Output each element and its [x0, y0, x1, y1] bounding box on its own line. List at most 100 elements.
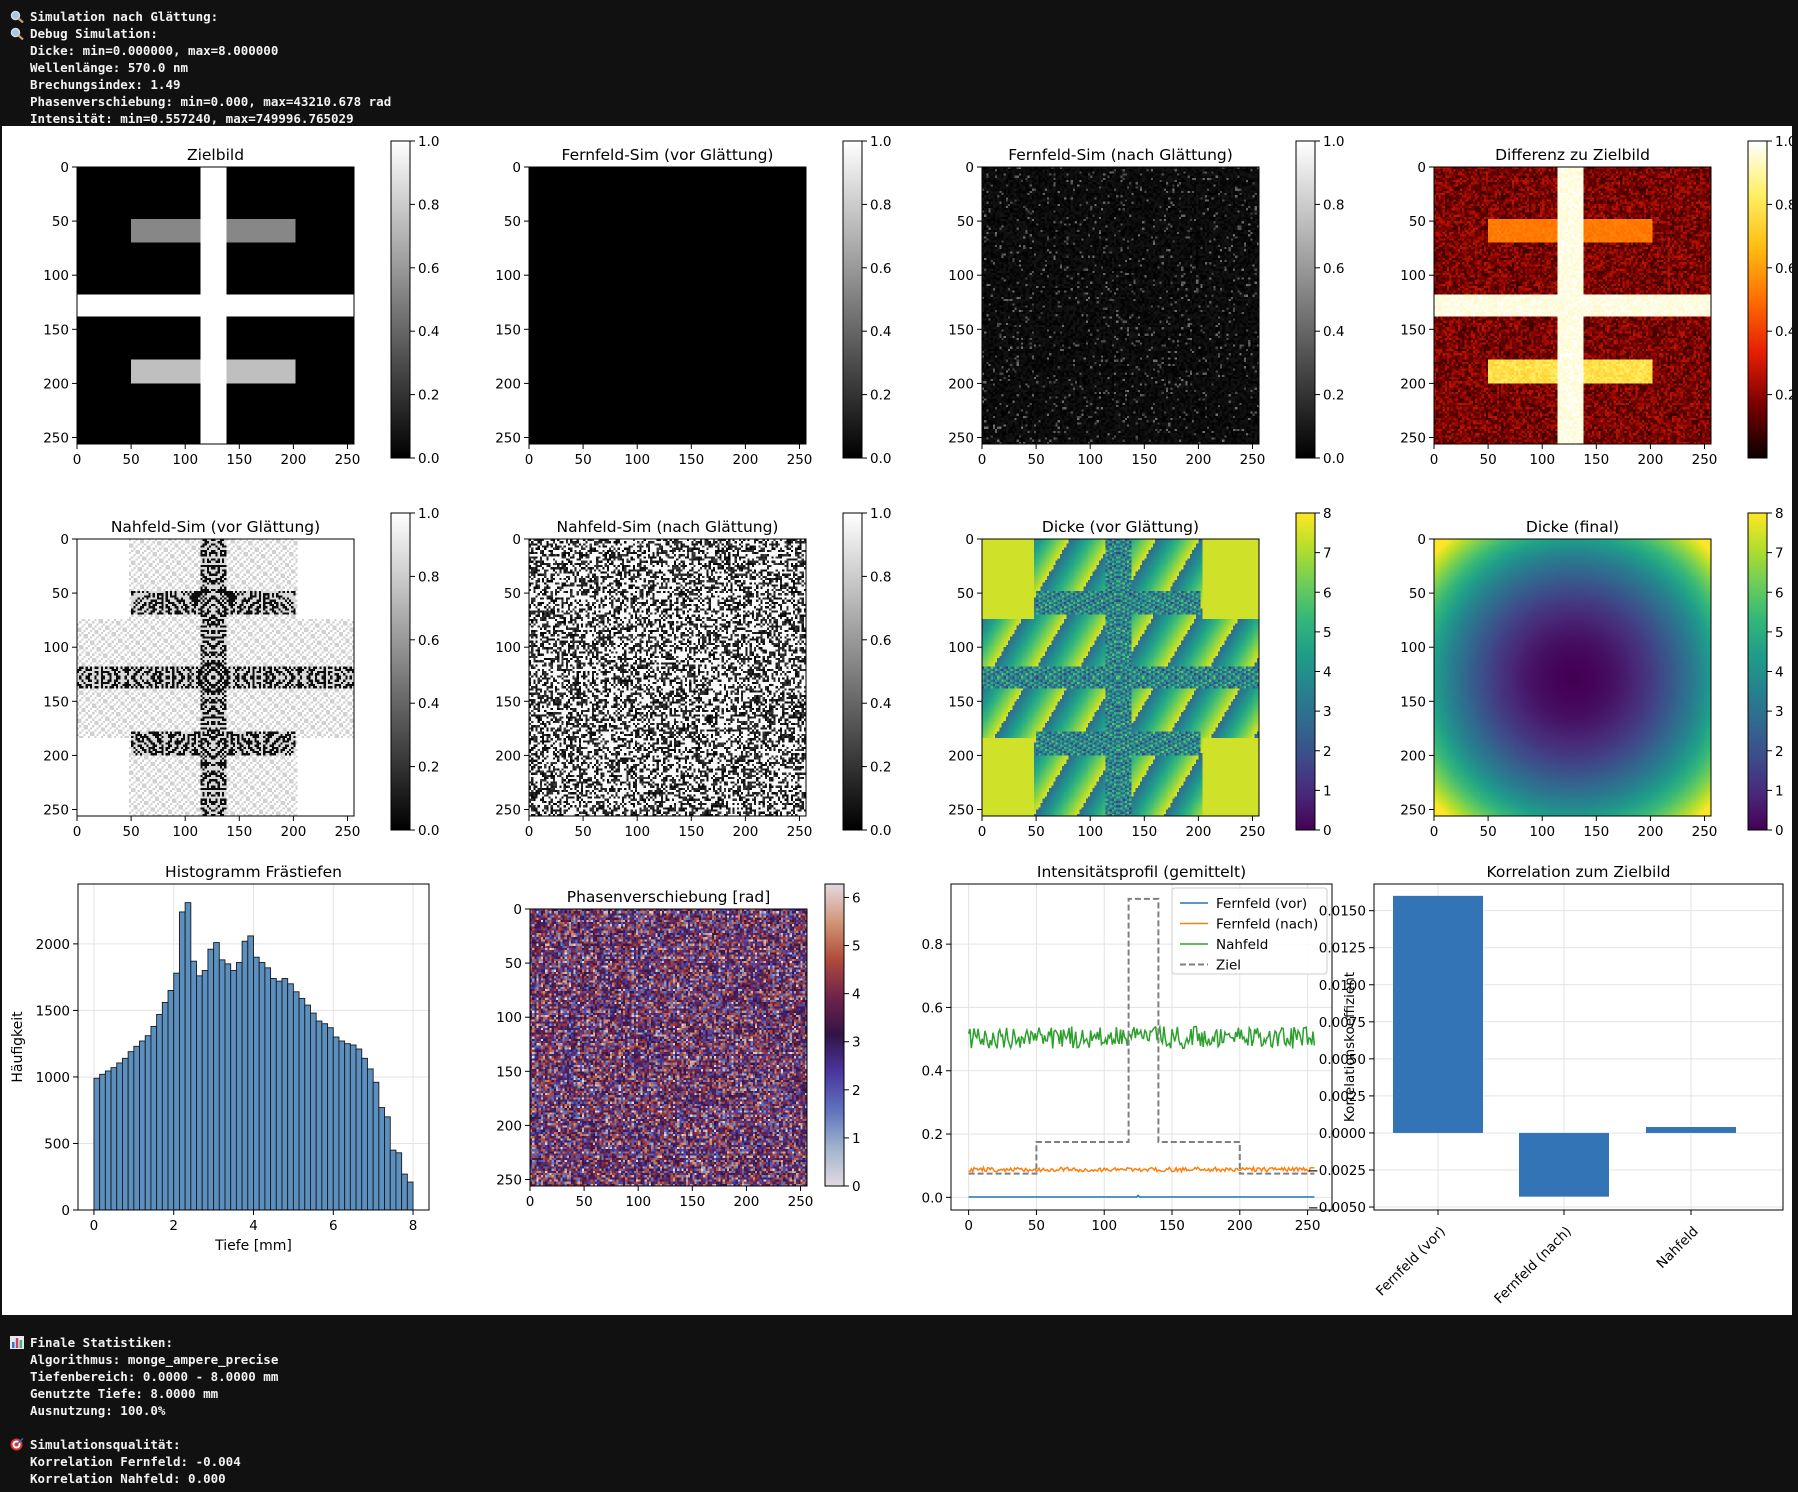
- subplot-title: Dicke (vor Glättung): [1042, 518, 1199, 536]
- subplot-title: Zielbild: [187, 146, 244, 164]
- y-tick-label: 100: [948, 268, 974, 284]
- histogram-bar: [378, 1107, 386, 1211]
- magnifier-icon: [10, 26, 30, 41]
- console-text: Ausnutzung: 100.0%: [30, 1403, 166, 1418]
- y-tick-label: 250: [1400, 803, 1426, 819]
- x-tick-label: 0: [1430, 452, 1439, 468]
- y-tick-label: 200: [948, 376, 974, 392]
- console-output-bottom: Finale Statistiken: Algorithmus: monge_am…: [10, 1334, 278, 1487]
- histogram-bar: [178, 911, 186, 1211]
- x-tick-label: 250: [335, 824, 361, 840]
- histogram-bar: [196, 975, 203, 1211]
- bar-chart-icon: [10, 1335, 30, 1350]
- histogram-bar: [235, 962, 243, 1211]
- colorbar-tick-label: 5: [852, 939, 861, 955]
- x-tick-label: 0: [978, 452, 987, 468]
- y-tick-label: 100: [495, 268, 521, 284]
- subplot-title: Dicke (final): [1526, 518, 1619, 536]
- colorbar: [1747, 512, 1768, 831]
- heatmap-image: [77, 167, 354, 444]
- y-tick-label: 100: [1400, 268, 1426, 284]
- series-line: [967, 1024, 1316, 1051]
- histogram-bar: [116, 1062, 123, 1211]
- y-tick-label: 0.0: [922, 1190, 943, 1206]
- colorbar-tick-label: 0.8: [870, 197, 891, 213]
- x-tick-label: 50: [575, 452, 592, 468]
- heatmap-image: [529, 539, 806, 816]
- x-tick-label: 250: [1295, 1218, 1321, 1234]
- y-tick-label: 150: [948, 322, 974, 338]
- heatmap-image: [982, 167, 1259, 444]
- console-line: Tiefenbereich: 0.0000 - 8.0000 mm: [10, 1368, 278, 1385]
- colorbar-tick-label: 0.6: [418, 633, 439, 649]
- console-line: [10, 1419, 278, 1436]
- y-tick-label: 0.0000: [1319, 1126, 1366, 1142]
- subplot-title: Fernfeld-Sim (nach Glättung): [1008, 146, 1233, 164]
- y-tick-label: 0.2: [922, 1127, 943, 1143]
- console-line: Simulationsqualität:: [10, 1436, 278, 1453]
- y-axis-label: Korrelationskoeffizient: [1342, 972, 1358, 1122]
- x-tick-label: 150: [226, 452, 252, 468]
- matplotlib-figure: Zielbild 0 50 100 150 200 250 0 50 100 150 200 250 0.…: [2, 126, 1792, 1315]
- colorbar-tick-label: 0.4: [870, 696, 891, 712]
- x-tick-label: 250: [1692, 824, 1718, 840]
- colorbar-tick-label: 0.6: [1775, 261, 1792, 277]
- colorbar-tick-label: 1.0: [1775, 134, 1792, 150]
- histogram-bar: [281, 978, 289, 1211]
- x-tick-label: 200: [281, 824, 307, 840]
- y-tick-label: 100: [948, 640, 974, 656]
- y-tick-label: 250: [948, 803, 974, 819]
- y-axis-label: Häufigkeit: [10, 1011, 26, 1083]
- histogram-bar: [298, 997, 306, 1211]
- histogram-bar: [133, 1045, 140, 1211]
- histogram-bar: [395, 1152, 403, 1211]
- x-tick-label: 150: [679, 1194, 705, 1210]
- colorbar-tick-label: 7: [1323, 546, 1332, 562]
- y-tick-label: 0: [513, 902, 522, 918]
- console-text: Dicke: min=0.000000, max=8.000000: [30, 43, 279, 58]
- y-tick-label: 50: [504, 214, 521, 230]
- histogram-bar: [361, 1057, 368, 1211]
- x-tick-label: 100: [625, 1194, 651, 1210]
- subplot-title: Phasenverschiebung [rad]: [567, 888, 771, 906]
- x-tick-label: 250: [787, 452, 813, 468]
- console-text: Algorithmus: monge_ampere_precise: [30, 1352, 279, 1367]
- x-tick-label: 0: [964, 1218, 973, 1234]
- histogram-bar: [230, 970, 237, 1211]
- x-tick-label: 2: [169, 1218, 178, 1234]
- colorbar-tick-label: 1: [1775, 783, 1784, 799]
- subplot-title: Korrelation zum Zielbild: [1486, 863, 1670, 881]
- console-text: Simulationsqualität:: [30, 1437, 181, 1452]
- y-tick-label: 150: [495, 694, 521, 710]
- y-tick-label: 0: [512, 160, 521, 176]
- x-tick-label: 150: [1131, 452, 1157, 468]
- histogram-bar: [327, 1027, 334, 1211]
- histogram-bar: [344, 1043, 351, 1211]
- colorbar-tick-label: 0.4: [418, 696, 439, 712]
- correlation-bar: [1393, 895, 1483, 1133]
- y-tick-label: 0.0125: [1319, 941, 1366, 957]
- magnifier-icon: [10, 9, 30, 24]
- colorbar-tick-label: 0.8: [418, 197, 439, 213]
- correlation-bar: [1646, 1127, 1736, 1133]
- colorbar-tick-label: 0.2: [418, 388, 439, 404]
- colorbar-tick-label: 0.0: [1323, 451, 1344, 467]
- histogram-bar: [99, 1073, 106, 1211]
- histogram-bar: [315, 1020, 323, 1211]
- colorbar: [824, 883, 845, 1187]
- x-tick-label: 100: [172, 824, 198, 840]
- x-tick-label: 150: [678, 452, 704, 468]
- histogram-bar: [338, 1040, 346, 1211]
- histogram-bar: [384, 1116, 391, 1211]
- histogram-bar: [127, 1051, 135, 1211]
- x-tick-label: 250: [1240, 824, 1266, 840]
- x-tick-label: 50: [1480, 824, 1497, 840]
- x-tick-label: 200: [733, 824, 759, 840]
- colorbar-tick-label: 6: [852, 890, 861, 906]
- colorbar-tick-label: 6: [1323, 585, 1332, 601]
- y-tick-label: 0: [60, 532, 69, 548]
- histogram-bar: [349, 1044, 357, 1211]
- colorbar-tick-label: 0.0: [870, 451, 891, 467]
- x-tick-label: 150: [1131, 824, 1157, 840]
- histogram-bar: [121, 1057, 129, 1211]
